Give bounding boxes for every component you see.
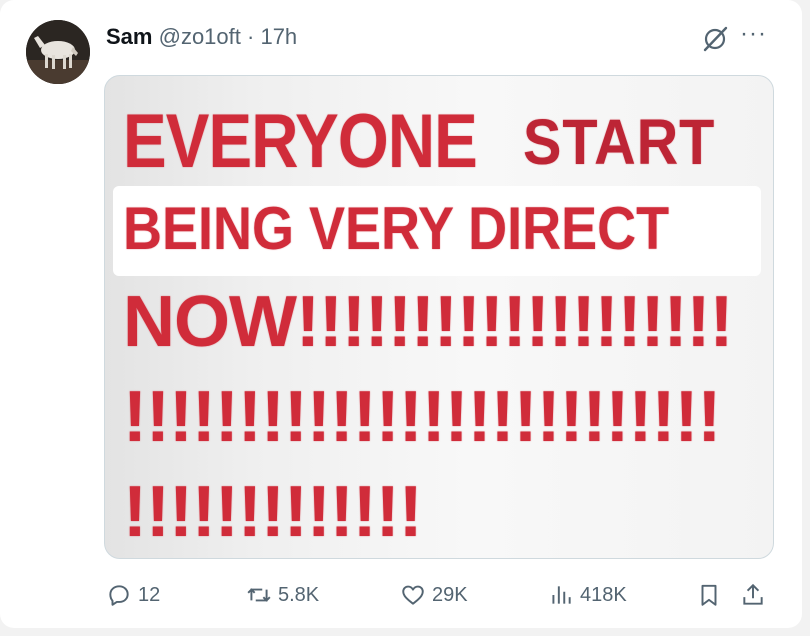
- share-button[interactable]: [740, 578, 766, 612]
- grok-icon[interactable]: [700, 24, 730, 54]
- meme-text-being-very-direct: BEING VERY DIRECT: [123, 195, 670, 262]
- repost-count: 5.8K: [278, 584, 320, 606]
- tweet-image[interactable]: EVERYONE START BEING VERY DIRECT NOW!!!!…: [104, 75, 774, 559]
- reply-icon: [109, 585, 129, 606]
- more-icon[interactable]: ···: [740, 22, 770, 52]
- tweet-card: Sam @zo1oft · 17h ··· EVERYONE START BEI…: [0, 0, 802, 628]
- author-name[interactable]: Sam: [106, 24, 152, 49]
- avatar[interactable]: [26, 20, 90, 84]
- author-handle[interactable]: @zo1oft: [159, 24, 241, 49]
- action-bar: 12 5.8K 29K 418K: [104, 578, 784, 612]
- views-icon: [552, 586, 571, 604]
- timestamp[interactable]: 17h: [260, 24, 297, 49]
- share-icon: [743, 583, 763, 605]
- repost-icon: [247, 588, 271, 602]
- like-icon: [402, 585, 424, 605]
- meme-text-now: NOW!!!!!!!!!!!!!!!!!!!: [123, 282, 734, 362]
- tweet-header: Sam @zo1oft · 17h: [106, 22, 297, 52]
- reply-count: 12: [138, 584, 161, 606]
- meme-text-exclamations-end: !!!!!!!!!!!!!: [123, 472, 423, 552]
- separator-dot: ·: [247, 24, 255, 49]
- meme-text-start: START: [523, 106, 716, 178]
- view-count: 418K: [580, 584, 627, 606]
- repost-button[interactable]: 5.8K: [246, 578, 319, 612]
- views-button[interactable]: 418K: [548, 578, 627, 612]
- like-count: 29K: [432, 584, 468, 606]
- bookmark-icon: [701, 584, 717, 606]
- bookmark-button[interactable]: [696, 578, 722, 612]
- meme-text-exclamations: !!!!!!!!!!!!!!!!!!!!!!!!!!: [123, 377, 721, 457]
- like-button[interactable]: 29K: [400, 578, 468, 612]
- meme-text-everyone: EVERYONE: [123, 99, 478, 184]
- reply-button[interactable]: 12: [106, 578, 160, 612]
